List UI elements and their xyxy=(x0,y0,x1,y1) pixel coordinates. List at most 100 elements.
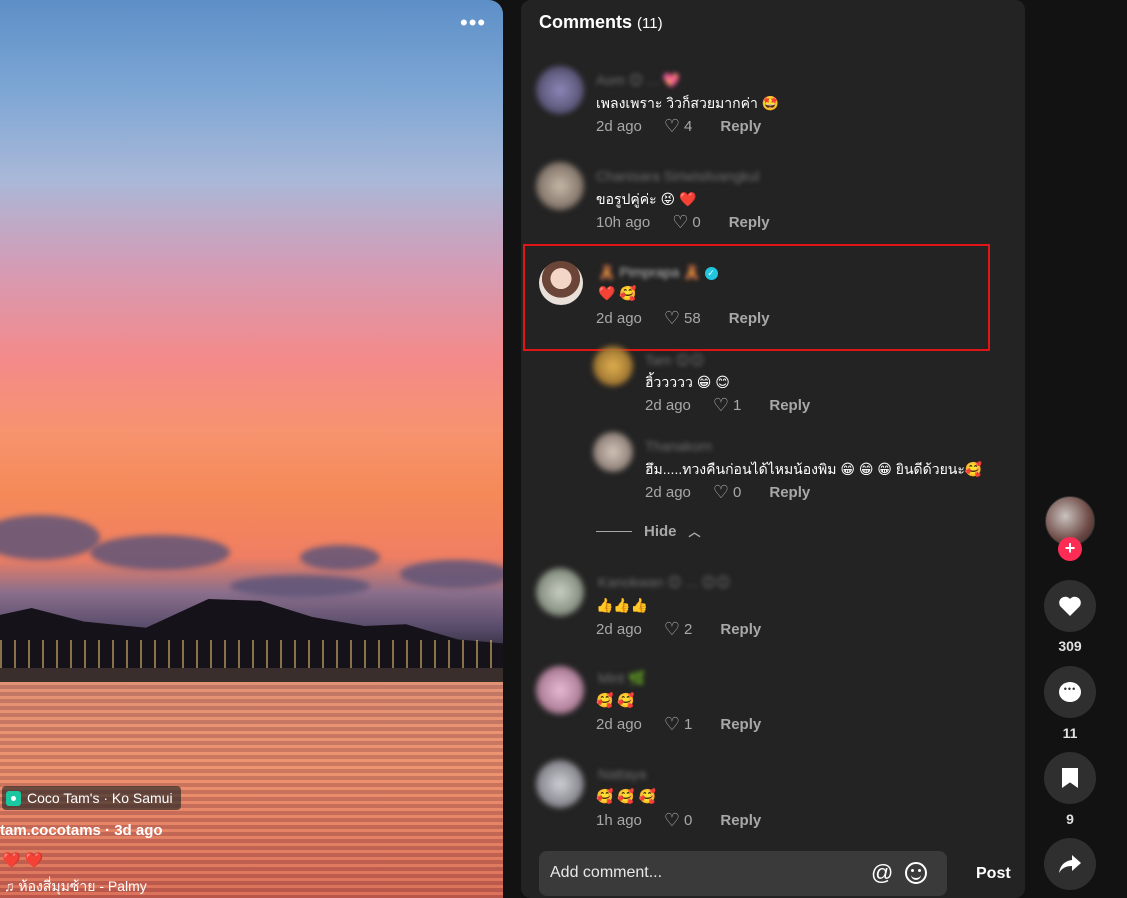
comment-username[interactable]: Kanokwan 😊 ... 😊😊 xyxy=(598,574,731,591)
comment-like-button[interactable]: ♡ 0 xyxy=(713,482,741,503)
reply-button[interactable]: Reply xyxy=(720,812,761,829)
heart-outline-icon: ♡ xyxy=(663,810,681,830)
comment-time: 2d ago xyxy=(596,621,642,638)
comment-username[interactable]: Chanisara Siriwisitvangkul xyxy=(596,168,759,184)
mention-icon[interactable]: @ xyxy=(871,860,893,886)
comment-meta: 2d ago ♡ 2 Reply xyxy=(596,619,761,640)
verified-badge-icon: ✓ xyxy=(704,266,718,280)
like-count: 309 xyxy=(1058,638,1082,654)
comment-like-count: 1 xyxy=(684,716,693,733)
more-options-icon[interactable]: ••• xyxy=(460,10,486,36)
comments-title: Comments (11) xyxy=(539,12,663,33)
comment-button[interactable] xyxy=(1044,666,1096,718)
avatar[interactable] xyxy=(536,66,584,114)
save-button[interactable] xyxy=(1044,752,1096,804)
avatar[interactable] xyxy=(536,568,584,616)
avatar[interactable] xyxy=(536,666,584,714)
cloud-shape xyxy=(90,535,230,570)
comment-username[interactable]: Tam 😊😊 xyxy=(645,352,705,369)
hide-divider-line xyxy=(596,531,632,532)
comment-like-button[interactable]: ♡ 4 xyxy=(664,116,692,137)
comment-like-count: 0 xyxy=(684,812,693,829)
emoji-icon[interactable] xyxy=(905,862,927,884)
comment-meta: 2d ago ♡ 0 Reply xyxy=(645,482,810,503)
comment-meta: 2d ago ♡ 58 Reply xyxy=(596,308,770,329)
heart-outline-icon: ♡ xyxy=(663,619,681,639)
cloud-shape xyxy=(0,515,100,560)
comment-meta: 2d ago ♡ 1 Reply xyxy=(596,714,761,735)
comment-like-button[interactable]: ♡ 0 xyxy=(672,212,700,233)
reply-button[interactable]: Reply xyxy=(720,118,761,135)
avatar[interactable] xyxy=(539,261,583,305)
comment-like-button[interactable]: ♡ 58 xyxy=(664,308,701,329)
location-pin-icon xyxy=(6,790,21,806)
like-button[interactable] xyxy=(1044,580,1096,632)
post-time: · 3d ago xyxy=(100,822,163,839)
comment-text: 🥰 🥰 xyxy=(596,692,635,708)
comment-text: 🥰 🥰 🥰 xyxy=(596,788,657,804)
reply-button[interactable]: Reply xyxy=(720,716,761,733)
comment-time: 10h ago xyxy=(596,214,651,231)
avatar[interactable] xyxy=(536,760,584,808)
comment-like-count: 0 xyxy=(692,214,701,231)
comment-text: ❤️ 🥰 xyxy=(598,285,637,301)
comment-text: 👍👍👍 xyxy=(596,597,649,613)
comment-like-button[interactable]: ♡ 1 xyxy=(713,395,741,416)
location-tag[interactable]: Coco Tam's · Ko Samui xyxy=(2,786,181,810)
video-caption: ❤️ ❤️ xyxy=(2,852,44,869)
comment-like-count: 1 xyxy=(733,397,742,414)
share-arrow-icon xyxy=(1059,855,1081,873)
save-count: 9 xyxy=(1066,811,1074,827)
comment-like-count: 4 xyxy=(684,118,693,135)
comment-meta: 2d ago ♡ 4 Reply xyxy=(596,116,761,137)
comment-username[interactable]: Mint 🌿 xyxy=(598,670,646,687)
comment-username[interactable]: 🧸 Pimprapa 🧸 ✓ xyxy=(598,264,718,281)
comment-like-button[interactable]: ♡ 2 xyxy=(664,619,692,640)
comment-like-count: 2 xyxy=(684,621,693,638)
post-button[interactable]: Post xyxy=(976,865,1011,883)
reply-button[interactable]: Reply xyxy=(720,621,761,638)
avatar[interactable] xyxy=(593,432,633,472)
comment-text: เพลงเพราะ วิวก็สวยมากค่า 🤩 xyxy=(596,95,780,111)
comment-time: 2d ago xyxy=(645,397,691,414)
bookmark-icon xyxy=(1062,768,1078,788)
comment-username[interactable]: Aom 😊 ... 💖 xyxy=(596,72,680,89)
comment-meta: 1h ago ♡ 0 Reply xyxy=(596,810,761,831)
avatar[interactable] xyxy=(593,346,633,386)
shoreline xyxy=(0,668,503,682)
comment-time: 2d ago xyxy=(645,484,691,501)
video-player[interactable]: ••• Coco Tam's · Ko Samui tam.cocotams ·… xyxy=(0,0,503,898)
reply-button[interactable]: Reply xyxy=(729,310,770,327)
heart-icon xyxy=(1059,596,1081,616)
cloud-shape xyxy=(230,575,370,597)
comment-count: 11 xyxy=(1062,725,1078,741)
reply-button[interactable]: Reply xyxy=(729,214,770,231)
author-line: tam.cocotams · 3d ago xyxy=(0,822,163,839)
comment-username[interactable]: Nattaya xyxy=(598,766,646,782)
comment-like-button[interactable]: ♡ 1 xyxy=(664,714,692,735)
heart-outline-icon: ♡ xyxy=(663,714,681,734)
music-label[interactable]: ♫ ห้องสี่มุมซ้าย - Palmy xyxy=(4,876,147,898)
heart-outline-icon: ♡ xyxy=(663,308,681,328)
chevron-up-icon: ︿ xyxy=(688,525,701,539)
comment-text: ฮิ้ววววว 😁 😊 xyxy=(645,374,730,390)
author-name[interactable]: tam.cocotams xyxy=(0,822,101,839)
comment-meta: 2d ago ♡ 1 Reply xyxy=(645,395,810,416)
hide-label: Hide xyxy=(644,523,677,540)
reply-button[interactable]: Reply xyxy=(769,397,810,414)
avatar[interactable] xyxy=(536,162,584,210)
comment-like-button[interactable]: ♡ 0 xyxy=(664,810,692,831)
cloud-shape xyxy=(400,560,503,588)
share-button[interactable] xyxy=(1044,838,1096,890)
comment-time: 1h ago xyxy=(596,812,642,829)
comments-title-label: Comments xyxy=(539,12,633,32)
comment-like-count: 58 xyxy=(684,310,701,327)
comment-time: 2d ago xyxy=(596,118,642,135)
comment-username[interactable]: Thanakorn xyxy=(645,438,712,454)
follow-plus-icon[interactable]: + xyxy=(1058,537,1082,561)
comment-time: 2d ago xyxy=(596,716,642,733)
hide-replies-button[interactable]: Hide ︿ xyxy=(596,523,701,540)
reply-button[interactable]: Reply xyxy=(769,484,810,501)
comment-meta: 10h ago ♡ 0 Reply xyxy=(596,212,770,233)
add-comment-input[interactable] xyxy=(550,862,850,884)
